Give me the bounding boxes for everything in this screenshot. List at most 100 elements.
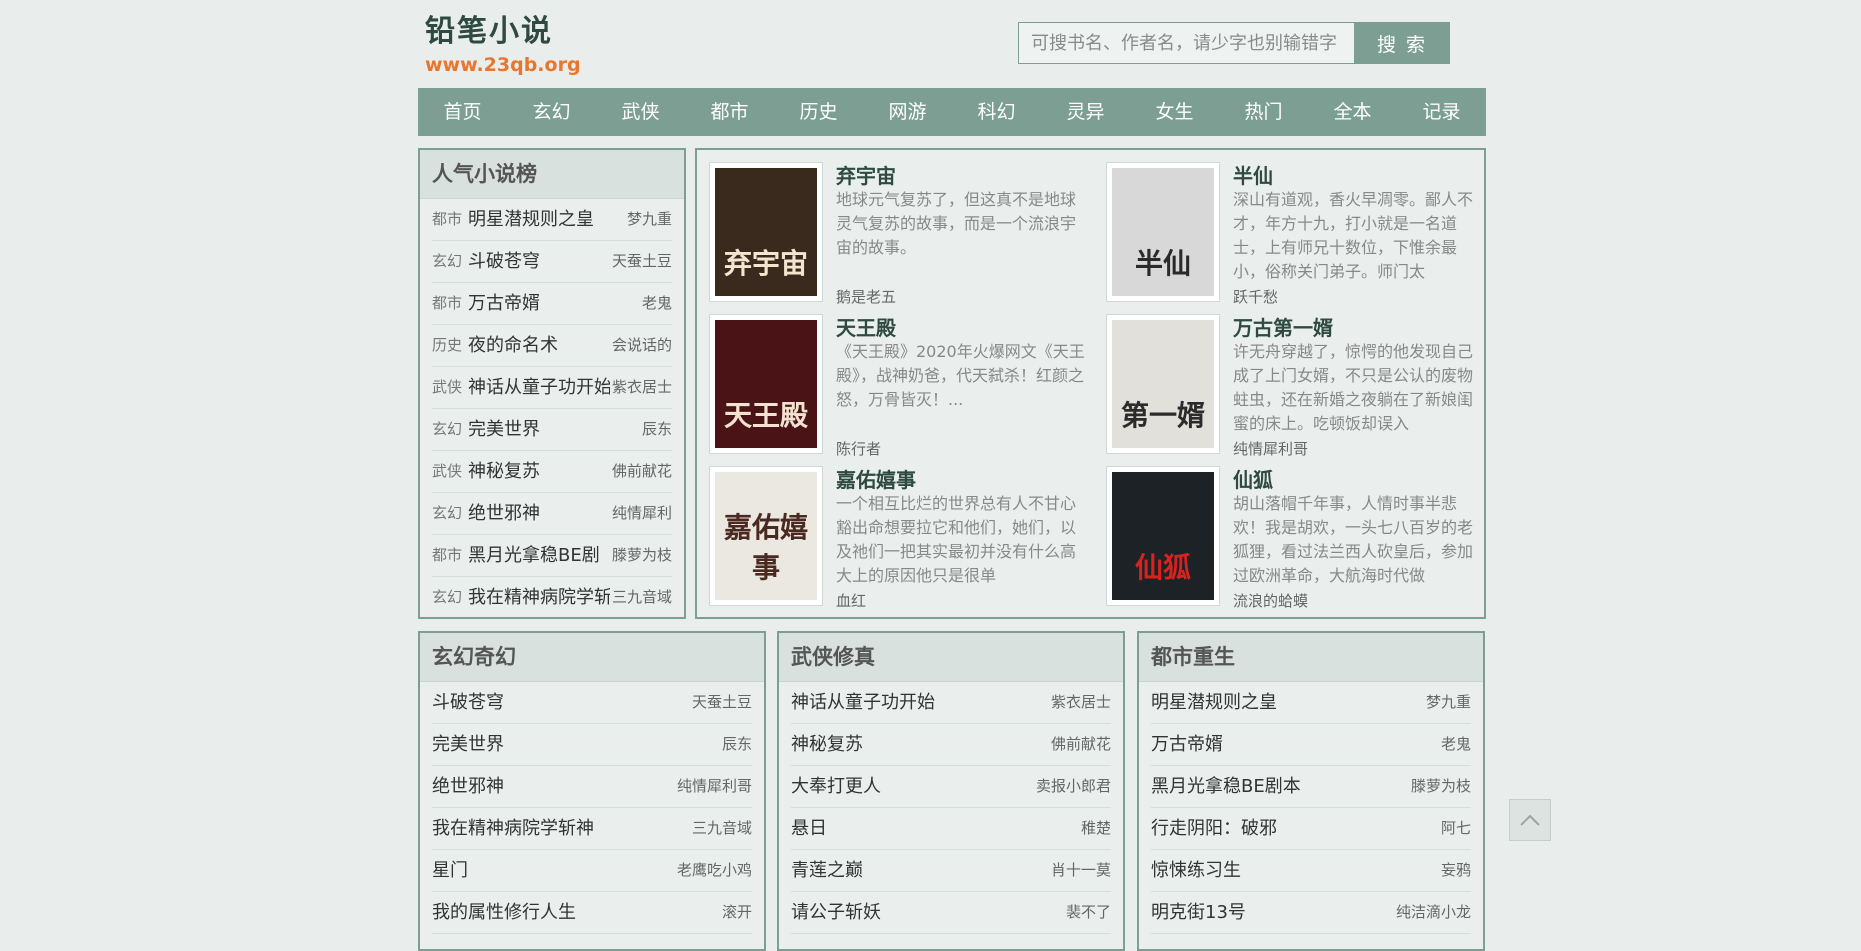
rank-book-title[interactable]: 明星潜规则之皇	[468, 199, 625, 240]
book-title[interactable]: 完美世界	[432, 724, 504, 765]
book-title[interactable]: 悬日	[791, 808, 827, 849]
nav-item-wangyou[interactable]: 网游	[863, 88, 952, 136]
book-title[interactable]: 我的属性修行人生	[432, 892, 576, 933]
rank-category[interactable]: 武侠	[432, 451, 468, 492]
site-logo[interactable]: 铅笔小说 www.23qb.org	[425, 14, 581, 76]
book-title[interactable]: 行走阴阳：破邪	[1151, 808, 1277, 849]
list-item[interactable]: 惊悚练习生 妄鸦	[1151, 850, 1471, 892]
rank-category[interactable]: 玄幻	[432, 409, 468, 450]
rank-item[interactable]: 都市 明星潜规则之皇 梦九重	[432, 199, 672, 241]
book-title[interactable]: 神秘复苏	[791, 724, 863, 765]
book-author[interactable]: 三九音域	[692, 808, 752, 849]
nav-item-nvsheng[interactable]: 女生	[1130, 88, 1219, 136]
list-item[interactable]: 黑月光拿稳BE剧本 滕萝为枝	[1151, 766, 1471, 808]
book-author[interactable]: 辰东	[722, 724, 752, 765]
book-author[interactable]: 佛前献花	[1051, 724, 1111, 765]
search-button[interactable]: 搜 索	[1354, 22, 1450, 64]
list-item[interactable]: 斗破苍穹 天蚕土豆	[432, 682, 752, 724]
rank-book-title[interactable]: 神秘复苏	[468, 451, 610, 492]
list-item[interactable]: 青莲之巅 肖十一莫	[791, 850, 1111, 892]
list-item[interactable]: 我在精神病院学斩神 三九音域	[432, 808, 752, 850]
book-author[interactable]: 跃千愁	[1233, 286, 1278, 307]
list-item[interactable]: 悬日 稚楚	[791, 808, 1111, 850]
book-author[interactable]: 流浪的蛤蟆	[1233, 590, 1308, 611]
nav-item-lishi[interactable]: 历史	[774, 88, 863, 136]
rank-author[interactable]: 老鬼	[642, 283, 672, 324]
nav-item-kehuan[interactable]: 科幻	[952, 88, 1041, 136]
book-title[interactable]: 青莲之巅	[791, 850, 863, 891]
list-item[interactable]: 行走阴阳：破邪 阿七	[1151, 808, 1471, 850]
book-author[interactable]: 肖十一莫	[1051, 850, 1111, 891]
list-item[interactable]: 大奉打更人 卖报小郎君	[791, 766, 1111, 808]
book-author[interactable]: 天蚕土豆	[692, 682, 752, 723]
rank-author[interactable]: 佛前献花	[612, 451, 672, 492]
rank-item[interactable]: 玄幻 我在精神病院学斩 三九音域	[432, 577, 672, 618]
book-author[interactable]: 滚开	[722, 892, 752, 933]
list-item[interactable]: 我的属性修行人生 滚开	[432, 892, 752, 934]
nav-item-lingyi[interactable]: 灵异	[1041, 88, 1130, 136]
book-cover[interactable]: 嘉佑嬉事	[709, 466, 823, 606]
nav-item-remen[interactable]: 热门	[1219, 88, 1308, 136]
rank-author[interactable]: 天蚕土豆	[612, 241, 672, 282]
rank-category[interactable]: 玄幻	[432, 577, 468, 618]
book-title[interactable]: 绝世邪神	[432, 766, 504, 807]
rank-category[interactable]: 都市	[432, 199, 468, 240]
book-cover[interactable]: 仙狐	[1106, 466, 1220, 606]
book-author[interactable]: 陈行者	[836, 438, 881, 459]
rank-category[interactable]: 武侠	[432, 367, 468, 408]
book-title[interactable]: 半仙	[1233, 160, 1273, 189]
list-item[interactable]: 明星潜规则之皇 梦九重	[1151, 682, 1471, 724]
rank-author[interactable]: 纯情犀利	[612, 493, 672, 534]
rank-book-title[interactable]: 完美世界	[468, 409, 640, 450]
book-title[interactable]: 万古帝婿	[1151, 724, 1223, 765]
book-author[interactable]: 纯情犀利哥	[677, 766, 752, 807]
list-item[interactable]: 神话从童子功开始 紫衣居士	[791, 682, 1111, 724]
rank-category[interactable]: 都市	[432, 535, 468, 576]
book-author[interactable]: 滕萝为枝	[1411, 766, 1471, 807]
nav-item-dushi[interactable]: 都市	[685, 88, 774, 136]
logo-url[interactable]: www.23qb.org	[425, 54, 581, 76]
book-title[interactable]: 弃宇宙	[836, 160, 896, 189]
rank-author[interactable]: 辰东	[642, 409, 672, 450]
nav-item-jilu[interactable]: 记录	[1397, 88, 1486, 136]
list-item[interactable]: 星门 老鹰吃小鸡	[432, 850, 752, 892]
rank-category[interactable]: 玄幻	[432, 493, 468, 534]
book-author[interactable]: 老鹰吃小鸡	[677, 850, 752, 891]
nav-item-quanben[interactable]: 全本	[1308, 88, 1397, 136]
book-title[interactable]: 嘉佑嬉事	[836, 464, 916, 493]
book-title[interactable]: 明克街13号	[1151, 892, 1246, 933]
book-author[interactable]: 阿七	[1441, 808, 1471, 849]
rank-item[interactable]: 玄幻 斗破苍穹 天蚕土豆	[432, 241, 672, 283]
book-author[interactable]: 纯情犀利哥	[1233, 438, 1308, 459]
rank-author[interactable]: 滕萝为枝	[612, 535, 672, 576]
book-title[interactable]: 仙狐	[1233, 464, 1273, 493]
search-input[interactable]	[1018, 22, 1354, 64]
rank-author[interactable]: 三九音域	[612, 577, 672, 618]
nav-item-wuxia[interactable]: 武侠	[596, 88, 685, 136]
book-author[interactable]: 裴不了	[1066, 892, 1111, 933]
book-author[interactable]: 梦九重	[1426, 682, 1471, 723]
list-item[interactable]: 神秘复苏 佛前献花	[791, 724, 1111, 766]
rank-author[interactable]: 梦九重	[627, 199, 672, 240]
logo-title[interactable]: 铅笔小说	[425, 14, 581, 50]
nav-item-home[interactable]: 首页	[418, 88, 507, 136]
rank-item[interactable]: 都市 万古帝婿 老鬼	[432, 283, 672, 325]
book-title[interactable]: 我在精神病院学斩神	[432, 808, 594, 849]
list-item[interactable]: 请公子斩妖 裴不了	[791, 892, 1111, 934]
rank-book-title[interactable]: 斗破苍穹	[468, 241, 610, 282]
rank-book-title[interactable]: 我在精神病院学斩	[468, 577, 610, 618]
book-title[interactable]: 请公子斩妖	[791, 892, 881, 933]
back-to-top-button[interactable]	[1509, 799, 1551, 841]
book-cover[interactable]: 第一婿	[1106, 314, 1220, 454]
list-item[interactable]: 明克街13号 纯洁滴小龙	[1151, 892, 1471, 934]
list-item[interactable]: 万古帝婿 老鬼	[1151, 724, 1471, 766]
book-title[interactable]: 神话从童子功开始	[791, 682, 935, 723]
book-title[interactable]: 天王殿	[836, 312, 896, 341]
rank-book-title[interactable]: 绝世邪神	[468, 493, 610, 534]
book-author[interactable]: 血红	[836, 590, 866, 611]
rank-item[interactable]: 武侠 神秘复苏 佛前献花	[432, 451, 672, 493]
book-cover[interactable]: 弃宇宙	[709, 162, 823, 302]
book-author[interactable]: 紫衣居士	[1051, 682, 1111, 723]
rank-book-title[interactable]: 夜的命名术	[468, 325, 610, 366]
rank-book-title[interactable]: 黑月光拿稳BE剧	[468, 535, 610, 576]
